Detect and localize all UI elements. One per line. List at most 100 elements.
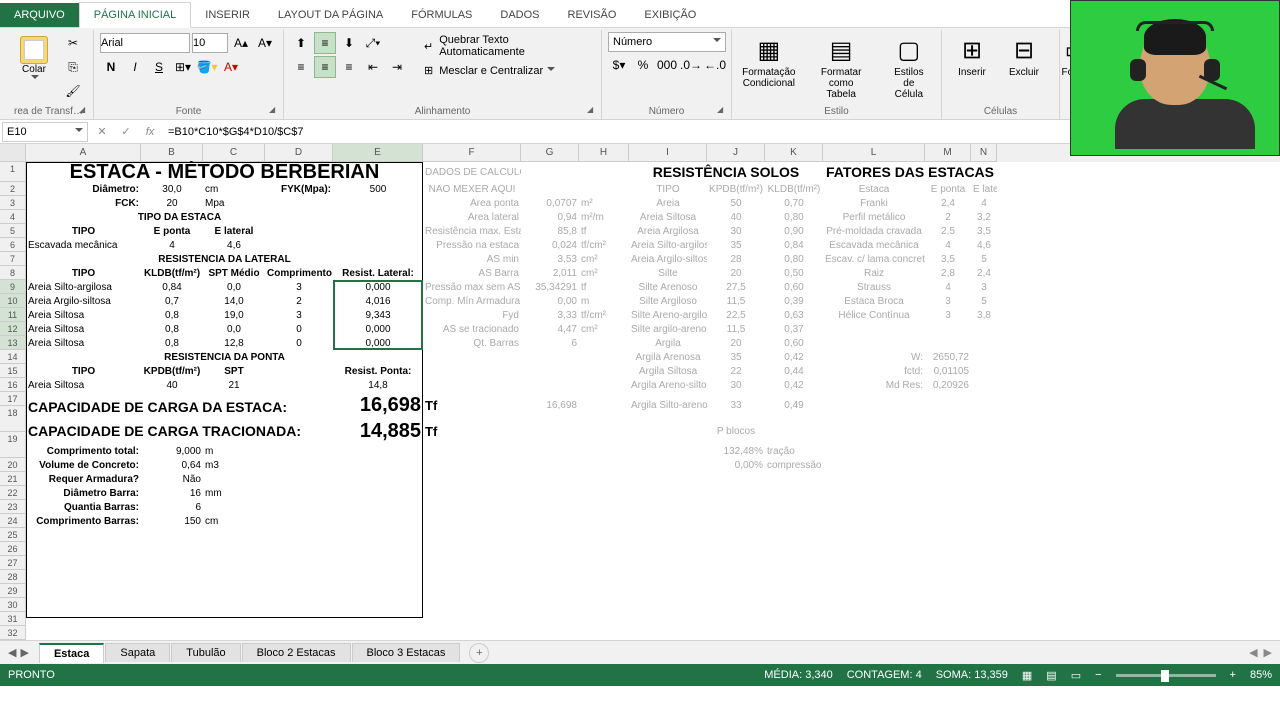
row-header[interactable]: 18 <box>0 406 26 432</box>
col-header[interactable]: M <box>925 144 971 162</box>
row-header[interactable]: 7 <box>0 252 26 266</box>
underline-button[interactable]: S <box>148 56 170 78</box>
tab-home[interactable]: PÁGINA INICIAL <box>79 2 192 28</box>
name-box[interactable]: E10 <box>2 122 88 142</box>
percent-button[interactable]: % <box>632 54 654 76</box>
font-size-select[interactable] <box>192 33 228 53</box>
row-header[interactable]: 21 <box>0 472 26 486</box>
sheet-tab-bloco3[interactable]: Bloco 3 Estacas <box>352 643 461 662</box>
sheet-tab-bloco2[interactable]: Bloco 2 Estacas <box>242 643 351 662</box>
tab-insert[interactable]: INSERIR <box>191 3 264 27</box>
row-header[interactable]: 10 <box>0 294 26 308</box>
row-header[interactable]: 17 <box>0 392 26 406</box>
row-header[interactable]: 16 <box>0 378 26 392</box>
row-header[interactable]: 8 <box>0 266 26 280</box>
row-header[interactable]: 22 <box>0 486 26 500</box>
col-header[interactable]: B <box>141 144 203 162</box>
tab-page-layout[interactable]: LAYOUT DA PÁGINA <box>264 3 397 27</box>
tab-data[interactable]: DADOS <box>486 3 553 27</box>
dialog-launcher-icon[interactable]: ◢ <box>587 105 599 117</box>
sheet-tab-sapata[interactable]: Sapata <box>105 643 170 662</box>
align-bottom-button[interactable]: ⬇ <box>338 32 360 54</box>
align-right-button[interactable]: ≡ <box>338 56 360 78</box>
col-header[interactable]: L <box>823 144 925 162</box>
scroll-right-icon[interactable]: ▶ <box>1264 646 1272 659</box>
col-header[interactable]: I <box>629 144 707 162</box>
italic-button[interactable]: I <box>124 56 146 78</box>
zoom-out-button[interactable]: − <box>1095 669 1101 681</box>
row-header[interactable]: 3 <box>0 196 26 210</box>
delete-cells-button[interactable]: ⊟ Excluir <box>1000 32 1048 82</box>
bold-button[interactable]: N <box>100 56 122 78</box>
row-header[interactable]: 1 <box>0 162 26 182</box>
row-header[interactable]: 9 <box>0 280 26 294</box>
zoom-in-button[interactable]: + <box>1230 669 1236 681</box>
row-header[interactable]: 12 <box>0 322 26 336</box>
sheet-nav-next[interactable]: ▶ <box>20 646 28 659</box>
select-all-corner[interactable] <box>0 144 26 162</box>
decrease-decimal-button[interactable]: ←.0 <box>704 54 726 76</box>
row-header[interactable]: 27 <box>0 556 26 570</box>
row-header[interactable]: 29 <box>0 584 26 598</box>
cut-button[interactable]: ✂ <box>62 32 84 54</box>
increase-font-button[interactable]: A▴ <box>230 32 252 54</box>
font-name-select[interactable] <box>100 33 190 53</box>
scroll-left-icon[interactable]: ◀ <box>1249 646 1257 659</box>
row-header[interactable]: 32 <box>0 626 26 640</box>
row-header[interactable]: 14 <box>0 350 26 364</box>
dialog-launcher-icon[interactable]: ◢ <box>717 105 729 117</box>
conditional-formatting-button[interactable]: ▦ Formatação Condicional <box>738 32 800 93</box>
comma-button[interactable]: 000 <box>656 54 678 76</box>
align-left-button[interactable]: ≡ <box>290 56 312 78</box>
cancel-formula-button[interactable]: ✕ <box>90 125 114 138</box>
tab-file[interactable]: ARQUIVO <box>0 3 79 27</box>
row-header[interactable]: 28 <box>0 570 26 584</box>
row-header[interactable]: 5 <box>0 224 26 238</box>
cell-styles-button[interactable]: ▢ Estilos de Célula <box>883 32 935 104</box>
row-header[interactable]: 6 <box>0 238 26 252</box>
format-as-table-button[interactable]: ▤ Formatar como Tabela <box>804 32 879 104</box>
view-page-break-icon[interactable]: ▭ <box>1071 669 1081 682</box>
col-header[interactable]: J <box>707 144 765 162</box>
row-header[interactable]: 31 <box>0 612 26 626</box>
merge-center-button[interactable]: ⊞ Mesclar e Centralizar <box>420 62 595 79</box>
row-header[interactable]: 23 <box>0 500 26 514</box>
align-middle-button[interactable]: ≡ <box>314 32 336 54</box>
view-page-layout-icon[interactable]: ▤ <box>1046 669 1056 682</box>
wrap-text-button[interactable]: ↵ Quebrar Texto Automaticamente <box>420 32 595 60</box>
increase-decimal-button[interactable]: .0→ <box>680 54 702 76</box>
align-center-button[interactable]: ≡ <box>314 56 336 78</box>
col-header[interactable]: G <box>521 144 579 162</box>
paste-button[interactable]: Colar <box>10 32 58 87</box>
row-header[interactable]: 25 <box>0 528 26 542</box>
decrease-font-button[interactable]: A▾ <box>254 32 276 54</box>
format-painter-button[interactable]: 🖌 <box>62 80 84 102</box>
decrease-indent-button[interactable]: ⇤ <box>362 56 384 78</box>
insert-cells-button[interactable]: ⊞ Inserir <box>948 32 996 82</box>
row-header[interactable]: 15 <box>0 364 26 378</box>
number-format-select[interactable]: Número <box>608 32 726 52</box>
row-header[interactable]: 24 <box>0 514 26 528</box>
col-header[interactable]: F <box>423 144 521 162</box>
insert-function-button[interactable]: fx <box>138 126 162 138</box>
col-header[interactable]: A <box>26 144 141 162</box>
row-header[interactable]: 20 <box>0 458 26 472</box>
add-sheet-button[interactable]: + <box>469 643 489 663</box>
tab-review[interactable]: REVISÃO <box>554 3 631 27</box>
row-header[interactable]: 26 <box>0 542 26 556</box>
col-header[interactable]: K <box>765 144 823 162</box>
increase-indent-button[interactable]: ⇥ <box>386 56 408 78</box>
borders-button[interactable]: ⊞▾ <box>172 56 194 78</box>
row-header[interactable]: 30 <box>0 598 26 612</box>
row-header[interactable]: 2 <box>0 182 26 196</box>
dialog-launcher-icon[interactable]: ◢ <box>269 105 281 117</box>
sheet-nav-prev[interactable]: ◀ <box>8 646 16 659</box>
tab-formulas[interactable]: FÓRMULAS <box>397 3 486 27</box>
tab-view[interactable]: EXIBIÇÃO <box>630 3 710 27</box>
fill-color-button[interactable]: 🪣▾ <box>196 56 218 78</box>
col-header[interactable]: N <box>971 144 997 162</box>
currency-button[interactable]: $▾ <box>608 54 630 76</box>
row-header[interactable]: 11 <box>0 308 26 322</box>
zoom-slider[interactable] <box>1116 674 1216 677</box>
zoom-level[interactable]: 85% <box>1250 669 1272 681</box>
